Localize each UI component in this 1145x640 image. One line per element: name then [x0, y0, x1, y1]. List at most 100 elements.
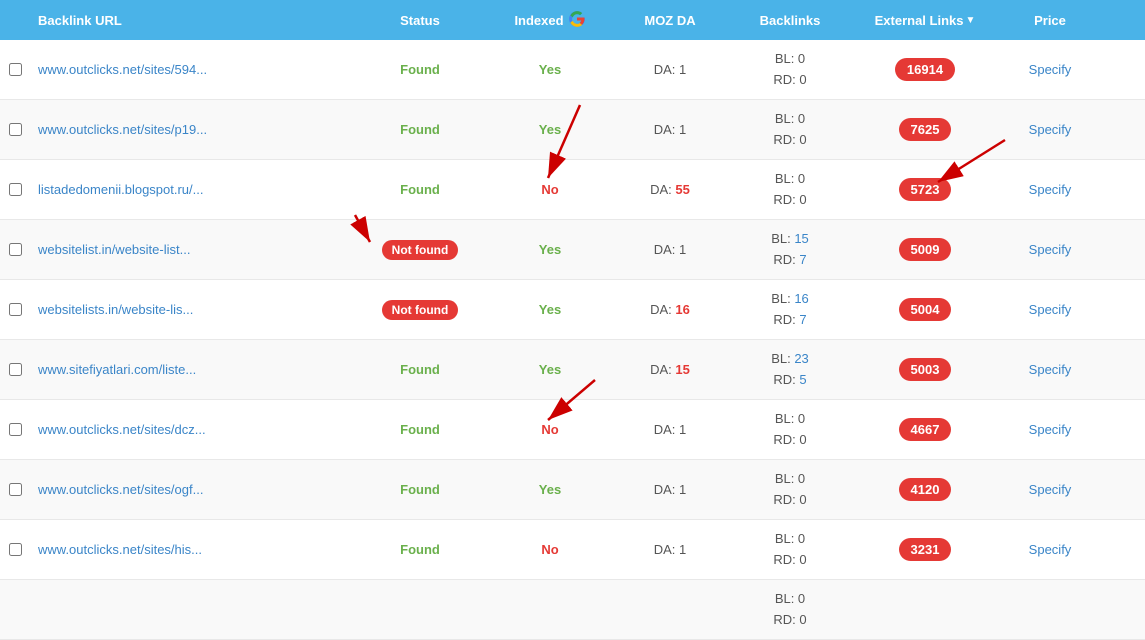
specify-link[interactable]: Specify	[1029, 542, 1072, 557]
row-indexed: Yes	[490, 302, 610, 317]
row-indexed: No	[490, 422, 610, 437]
row-url: websitelists.in/website-lis...	[30, 302, 350, 317]
specify-link[interactable]: Specify	[1029, 362, 1072, 377]
da-value: DA: 1	[654, 422, 687, 437]
row-status: Not found	[350, 300, 490, 320]
row-status: Found	[350, 542, 490, 557]
row-checkbox[interactable]	[0, 303, 30, 316]
row-checkbox[interactable]	[0, 483, 30, 496]
row-indexed: Yes	[490, 62, 610, 77]
status-badge: Found	[400, 422, 440, 437]
row-checkbox[interactable]	[0, 123, 30, 136]
da-value: DA: 1	[654, 62, 687, 77]
row-external: 5009	[850, 238, 1000, 261]
row-url: www.outclicks.net/sites/his...	[30, 542, 350, 557]
external-badge: 5004	[899, 298, 952, 321]
row-url: www.outclicks.net/sites/p19...	[30, 122, 350, 137]
row-price: Specify	[1000, 242, 1100, 257]
row-checkbox[interactable]	[0, 63, 30, 76]
row-checkbox[interactable]	[0, 183, 30, 196]
row-backlinks: BL: 23RD: 5	[730, 349, 850, 391]
row-indexed: Yes	[490, 482, 610, 497]
bl-rd-values: BL: 0RD: 0	[773, 529, 806, 571]
specify-link[interactable]: Specify	[1029, 422, 1072, 437]
row-url: websitelist.in/website-list...	[30, 242, 350, 257]
status-badge: Not found	[382, 300, 459, 320]
url-link[interactable]: websitelists.in/website-lis...	[38, 302, 193, 317]
specify-link[interactable]: Specify	[1029, 122, 1072, 137]
external-badge: 4120	[899, 478, 952, 501]
indexed-value: Yes	[539, 242, 561, 257]
status-badge: Found	[400, 542, 440, 557]
url-link[interactable]: www.outclicks.net/sites/dcz...	[38, 422, 206, 437]
table-row: websitelist.in/website-list...Not foundY…	[0, 220, 1145, 280]
external-badge: 16914	[895, 58, 955, 81]
specify-link[interactable]: Specify	[1029, 182, 1072, 197]
specify-link[interactable]: Specify	[1029, 482, 1072, 497]
row-checkbox[interactable]	[0, 543, 30, 556]
url-link[interactable]: listadedomenii.blogspot.ru/...	[38, 182, 203, 197]
row-moz-da: DA: 16	[610, 302, 730, 317]
table-row: websitelists.in/website-lis... Not found Y…	[0, 280, 1145, 340]
sort-icon: ▼	[965, 15, 975, 26]
da-value: DA: 15	[650, 362, 690, 377]
rd-link[interactable]: 7	[799, 252, 806, 267]
header-backlinks: Backlinks	[730, 13, 850, 28]
row-backlinks: BL: 0RD: 0	[730, 469, 850, 511]
header-external: External Links ▼	[850, 13, 1000, 28]
row-price: Specify	[1000, 122, 1100, 137]
row-backlinks: BL: 16RD: 7	[730, 289, 850, 331]
row-price: Specify	[1000, 422, 1100, 437]
url-link[interactable]: websitelist.in/website-list...	[38, 242, 190, 257]
row-backlinks: BL: 0RD: 0	[730, 529, 850, 571]
table-row: www.outclicks.net/sites/594... FoundYes DA…	[0, 40, 1145, 100]
row-backlinks: BL: 0RD: 0	[730, 169, 850, 211]
da-value: DA: 16	[650, 302, 690, 317]
row-external: 4120	[850, 478, 1000, 501]
row-status: Found	[350, 122, 490, 137]
specify-link[interactable]: Specify	[1029, 242, 1072, 257]
row-status: Found	[350, 362, 490, 377]
row-url: www.outclicks.net/sites/ogf...	[30, 482, 350, 497]
table-header: Backlink URL Status Indexed MOZ DA Backl…	[0, 0, 1145, 40]
header-url: Backlink URL	[30, 13, 350, 28]
row-status: Found	[350, 182, 490, 197]
rd-link[interactable]: 7	[799, 312, 806, 327]
rd-link[interactable]: 5	[799, 372, 806, 387]
bl-rd-values: BL: 0RD: 0	[773, 169, 806, 211]
row-moz-da: DA: 1	[610, 242, 730, 257]
bl-rd-values: BL: 0RD: 0	[773, 589, 806, 631]
row-external: 5004	[850, 298, 1000, 321]
url-link[interactable]: www.outclicks.net/sites/ogf...	[38, 482, 203, 497]
row-checkbox[interactable]	[0, 243, 30, 256]
indexed-value: Yes	[539, 362, 561, 377]
specify-link[interactable]: Specify	[1029, 302, 1072, 317]
row-checkbox[interactable]	[0, 423, 30, 436]
row-url: www.sitefiyatlari.com/liste...	[30, 362, 350, 377]
row-moz-da: DA: 1	[610, 422, 730, 437]
bl-rd-values: BL: 23RD: 5	[771, 349, 809, 391]
row-status: Found	[350, 422, 490, 437]
table-row: www.outclicks.net/sites/p19...FoundYesDA…	[0, 100, 1145, 160]
row-external: 5003	[850, 358, 1000, 381]
row-status: Found	[350, 62, 490, 77]
row-indexed: No	[490, 542, 610, 557]
row-price: Specify	[1000, 362, 1100, 377]
specify-link[interactable]: Specify	[1029, 62, 1072, 77]
external-badge: 3231	[899, 538, 952, 561]
bl-link[interactable]: 16	[794, 291, 808, 306]
bl-link[interactable]: 15	[794, 231, 808, 246]
bl-link[interactable]: 23	[794, 351, 808, 366]
bl-rd-values: BL: 0RD: 0	[773, 109, 806, 151]
url-link[interactable]: www.outclicks.net/sites/594...	[38, 62, 207, 77]
row-price: Specify	[1000, 302, 1100, 317]
url-link[interactable]: www.outclicks.net/sites/p19...	[38, 122, 207, 137]
table-row: www.sitefiyatlari.com/liste... Found Yes DA…	[0, 340, 1145, 400]
row-checkbox[interactable]	[0, 363, 30, 376]
url-link[interactable]: www.outclicks.net/sites/his...	[38, 542, 202, 557]
da-value: DA: 1	[654, 242, 687, 257]
indexed-value: No	[541, 542, 558, 557]
table-row: www.outclicks.net/sites/his...FoundNoDA:…	[0, 520, 1145, 580]
row-moz-da: DA: 1	[610, 122, 730, 137]
url-link[interactable]: www.sitefiyatlari.com/liste...	[38, 362, 196, 377]
